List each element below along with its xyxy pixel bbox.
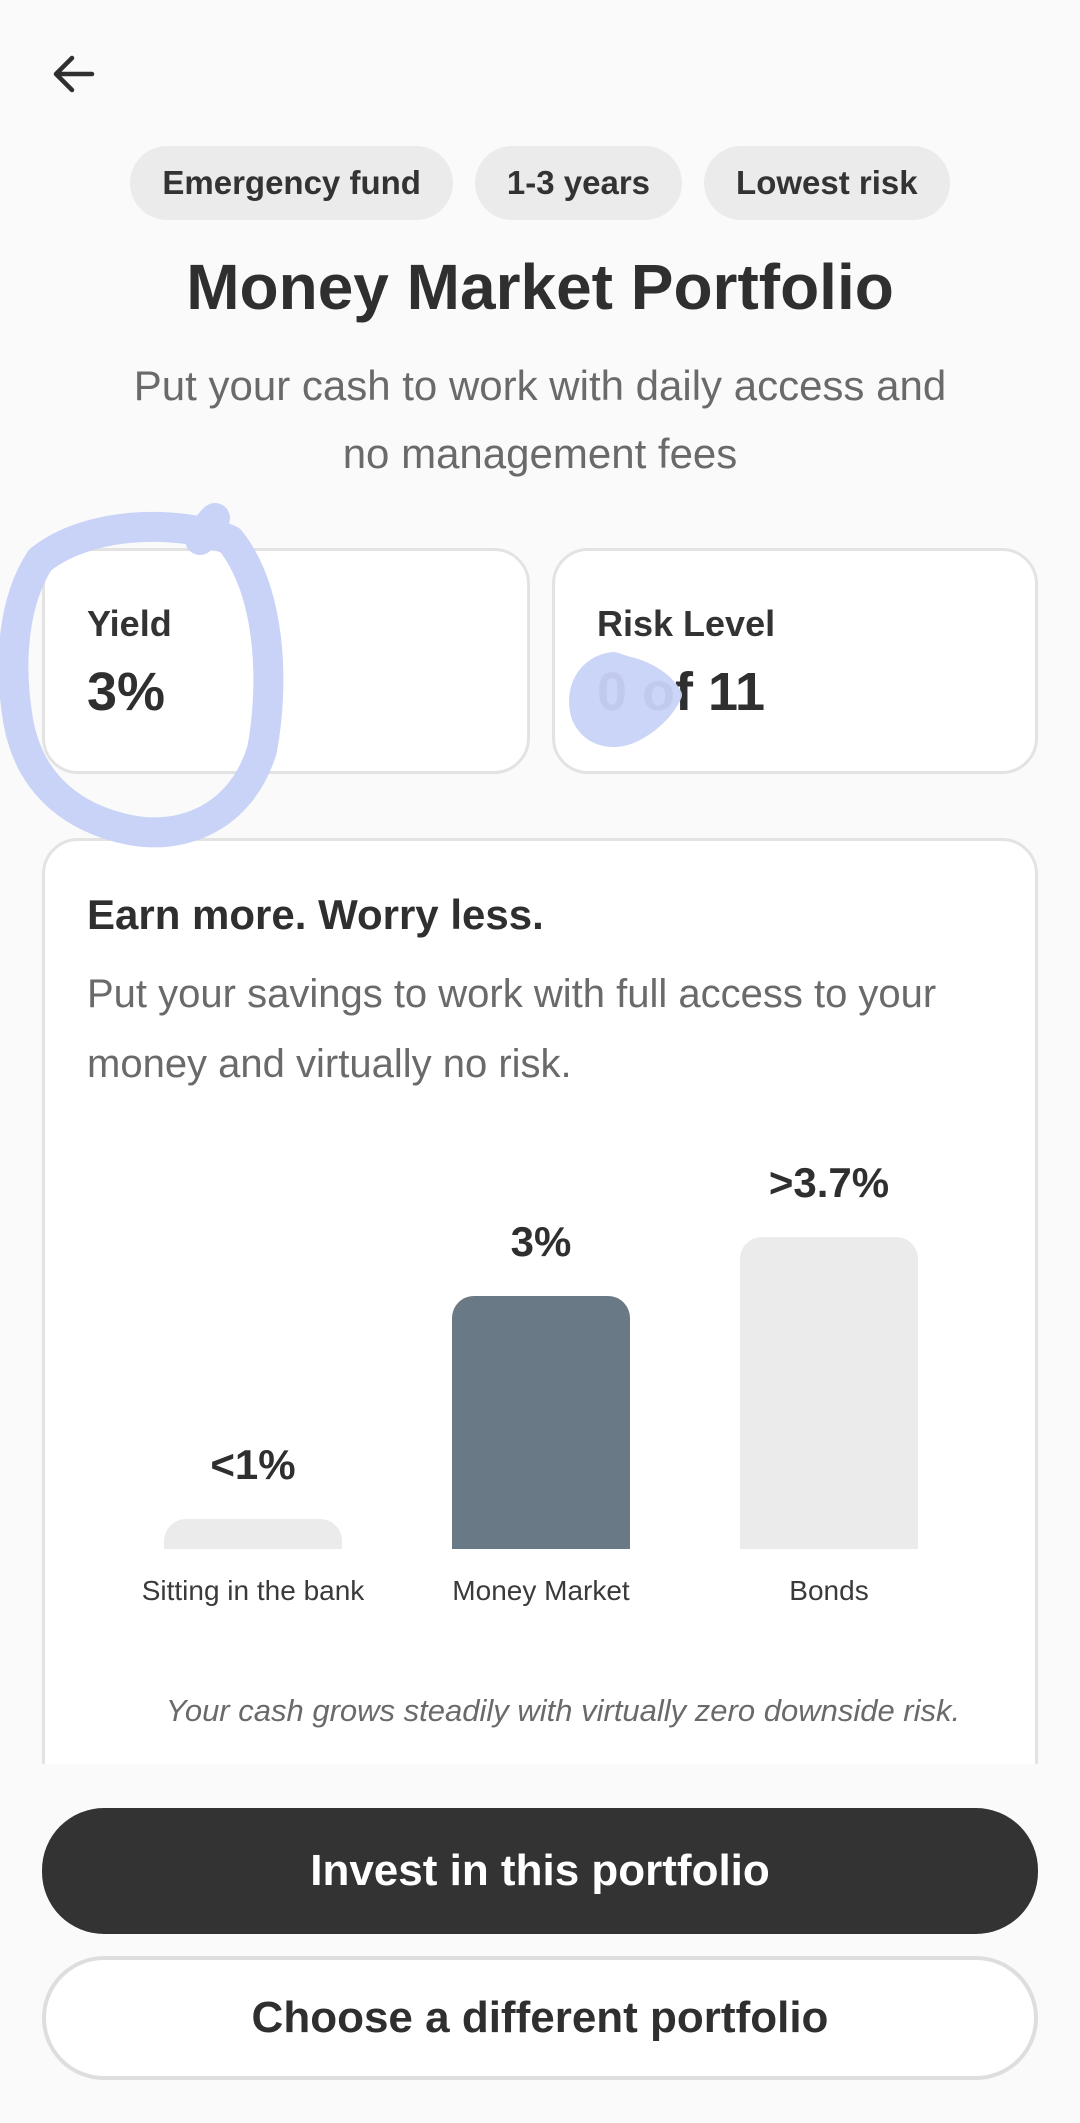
- tag-chip: Emergency fund: [130, 146, 453, 220]
- risk-level-value: 0 of 11: [597, 662, 766, 722]
- yield-card: Yield 3%: [42, 548, 530, 774]
- scroll-fade: [0, 1764, 1080, 1808]
- chart-bar: [740, 1237, 918, 1549]
- back-button[interactable]: [48, 48, 100, 100]
- chart-data-label: >3.7%: [768, 1159, 890, 1206]
- page-title: Money Market Portfolio: [186, 251, 894, 323]
- tag-chip: Lowest risk: [704, 146, 950, 220]
- yield-value: 3%: [87, 662, 166, 722]
- chart-data-label: 3%: [510, 1218, 572, 1265]
- chart-data-label: <1%: [210, 1441, 296, 1488]
- chart-bar: [452, 1296, 630, 1549]
- chart-bar: [164, 1519, 342, 1549]
- yield-label: Yield: [87, 603, 172, 644]
- chart-category-label: Sitting in the bank: [141, 1575, 365, 1606]
- arrow-left-icon: [53, 55, 95, 93]
- yield-comparison-chart: <1% Sitting in the bank 3% Money Market >3.7…: [45, 841, 1080, 1741]
- info-card: Earn more. Worry less. Put your savings …: [42, 838, 1038, 1808]
- risk-level-label: Risk Level: [597, 603, 776, 644]
- chart-category-label: Money Market: [452, 1575, 630, 1606]
- chart-footnote: Your cash grows steadily with virtually …: [165, 1693, 961, 1728]
- chart-category-label: Bonds: [789, 1575, 869, 1606]
- invest-button[interactable]: Invest in this portfolio: [42, 1808, 1038, 1934]
- risk-level-card: Risk Level 0 of 11: [552, 548, 1038, 774]
- tag-list: Emergency fund 1-3 years Lowest risk: [0, 146, 1080, 220]
- choose-different-portfolio-button[interactable]: Choose a different portfolio: [42, 1956, 1038, 2080]
- page-subtitle: Put your cash to work with daily access …: [133, 362, 947, 477]
- tag-chip: 1-3 years: [474, 146, 683, 220]
